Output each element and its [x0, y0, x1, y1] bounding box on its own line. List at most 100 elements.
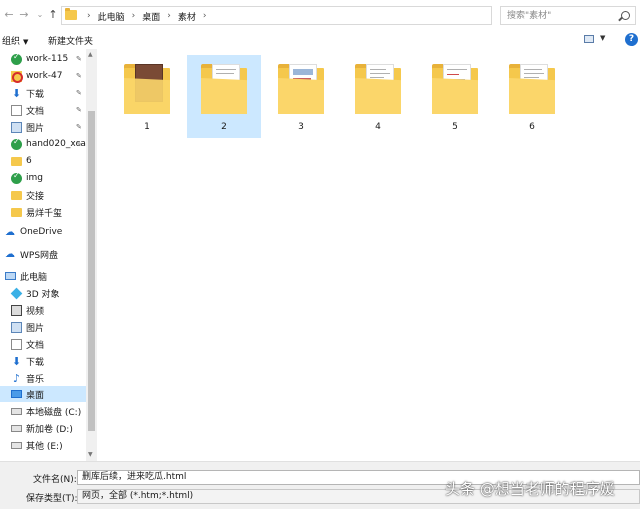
sidebar-item-6[interactable]: 6: [0, 153, 86, 169]
toolbar: 组织 ▼ 新建文件夹: [0, 31, 640, 49]
pin-icon[interactable]: ✎: [76, 140, 82, 148]
search-box[interactable]: [500, 6, 636, 25]
download-icon: ⬇: [11, 86, 22, 100]
chevron-right-icon[interactable]: ›: [203, 11, 207, 21]
sidebar-item-work-115[interactable]: work-115 ✎: [0, 51, 86, 67]
pin-icon[interactable]: ✎: [76, 106, 82, 114]
sidebar-item-img[interactable]: img: [0, 170, 86, 186]
sidebar-item-desktop[interactable]: 桌面: [0, 386, 86, 402]
sidebar-item-yiyangqianxi[interactable]: 易烊千玺: [0, 204, 86, 220]
sidebar-item-label: 文档: [26, 106, 45, 117]
folder-item-3[interactable]: 3: [264, 55, 338, 138]
sidebar-item-label: 下载: [26, 357, 45, 368]
view-options-icon[interactable]: [584, 35, 594, 43]
opera-folder-icon: [11, 70, 23, 83]
folder-item-5[interactable]: 5: [418, 55, 492, 138]
breadcrumb-materials[interactable]: 素材: [178, 10, 196, 23]
folder-icon: [11, 207, 22, 217]
breadcrumb-desktop[interactable]: 桌面: [142, 10, 160, 23]
folder-name: 5: [452, 122, 458, 132]
sidebar-item-onedrive[interactable]: ☁ OneDrive: [0, 224, 86, 240]
breadcrumb-this-pc[interactable]: 此电脑: [98, 10, 125, 23]
sidebar-item-downloads[interactable]: ⬇ 下载 ✎: [0, 85, 86, 101]
sidebar-item-pc-downloads[interactable]: ⬇ 下载: [0, 353, 86, 369]
file-list: 1 2 3 4 5 6: [97, 49, 640, 461]
sidebar-item-drive-c[interactable]: 本地磁盘 (C:): [0, 403, 86, 419]
search-icon[interactable]: [621, 11, 630, 20]
pin-icon[interactable]: ✎: [76, 72, 82, 80]
folder-icon: [432, 64, 478, 114]
chevron-right-icon[interactable]: ›: [167, 11, 171, 21]
sidebar-item-pc-pictures[interactable]: 图片: [0, 319, 86, 335]
check-folder-icon: [11, 137, 22, 150]
sidebar-item-label: 6: [26, 156, 32, 166]
folder-item-1[interactable]: 1: [110, 55, 184, 138]
sidebar-item-documents[interactable]: 文档 ✎: [0, 102, 86, 118]
sidebar-item-label: 其他 (E:): [26, 441, 63, 452]
sidebar-item-this-pc[interactable]: 此电脑: [0, 268, 86, 284]
folder-icon: [65, 8, 77, 20]
chevron-right-icon[interactable]: ›: [132, 11, 136, 21]
sidebar-item-pc-documents[interactable]: 文档: [0, 336, 86, 352]
organize-button[interactable]: 组织 ▼: [2, 34, 28, 47]
recent-locations-icon[interactable]: ⌄: [33, 8, 47, 22]
view-dropdown-icon[interactable]: ▼: [600, 34, 605, 42]
sidebar-item-label: img: [26, 173, 43, 183]
caret-down-icon: ▼: [23, 38, 29, 46]
check-folder-icon: [11, 171, 22, 184]
scroll-up-icon[interactable]: ▲: [88, 51, 93, 58]
sidebar-item-label: 新加卷 (D:): [26, 424, 73, 435]
folder-item-6[interactable]: 6: [495, 55, 569, 138]
search-input[interactable]: [501, 7, 611, 24]
sidebar-item-videos[interactable]: 视频: [0, 302, 86, 318]
forward-arrow-icon[interactable]: →: [17, 8, 31, 22]
sidebar-item-pictures[interactable]: 图片 ✎: [0, 119, 86, 135]
breadcrumb: › 此电脑 › 桌面 › 素材 ›: [80, 9, 213, 23]
desktop-icon: [11, 390, 22, 398]
sidebar-item-label: 图片: [26, 123, 45, 134]
folder-item-2[interactable]: 2: [187, 55, 261, 138]
sidebar-item-drive-d[interactable]: 新加卷 (D:): [0, 420, 86, 436]
pin-icon[interactable]: ✎: [76, 123, 82, 131]
help-icon[interactable]: ?: [625, 33, 638, 46]
pin-icon[interactable]: ✎: [76, 55, 82, 63]
sidebar-item-label: 3D 对象: [26, 289, 60, 300]
sidebar-item-wps[interactable]: ☁ WPS网盘: [0, 246, 86, 262]
drive-icon: [11, 407, 22, 415]
folder-icon: [11, 156, 22, 166]
sidebar-item-label: WPS网盘: [20, 250, 59, 261]
new-folder-button[interactable]: 新建文件夹: [48, 34, 93, 47]
sidebar-item-work-47[interactable]: work-47 ✎: [0, 68, 86, 84]
sidebar-item-drive-e[interactable]: 其他 (E:): [0, 437, 86, 453]
filename-label: 文件名(N):: [33, 475, 77, 485]
sidebar-scrollbar[interactable]: ▲ ▼: [86, 49, 97, 461]
sidebar-item-label: 桌面: [26, 390, 45, 401]
chevron-right-icon[interactable]: ›: [87, 11, 91, 21]
cloud-icon: ☁: [5, 226, 15, 238]
sidebar-item-3d-objects[interactable]: 3D 对象: [0, 285, 86, 301]
address-bar[interactable]: › 此电脑 › 桌面 › 素材 › ▾ ↻: [61, 6, 551, 25]
up-arrow-icon[interactable]: ↑: [46, 8, 60, 22]
sidebar-item-label: 图片: [26, 323, 45, 334]
folder-icon: [278, 64, 324, 114]
back-arrow-icon[interactable]: ←: [2, 8, 16, 22]
sidebar-item-label: 下载: [26, 89, 45, 100]
music-icon: ♪: [12, 371, 21, 385]
sidebar-item-label: 交接: [26, 191, 45, 202]
picture-icon: [11, 121, 22, 133]
drive-icon: [11, 424, 22, 432]
sidebar-item-label: 此电脑: [20, 272, 48, 283]
sidebar-item-label: 音乐: [26, 374, 45, 385]
sidebar-item-handover[interactable]: 交接: [0, 187, 86, 203]
folder-item-4[interactable]: 4: [341, 55, 415, 138]
sidebar-item-hand020[interactable]: hand020_xca ✎: [0, 136, 86, 152]
download-icon: ⬇: [11, 354, 22, 368]
folder-icon: [355, 64, 401, 114]
folder-name: 6: [529, 122, 535, 132]
pin-icon[interactable]: ✎: [76, 89, 82, 97]
sidebar-item-label: work-115: [26, 54, 69, 64]
scrollbar-thumb[interactable]: [88, 111, 95, 431]
sidebar-item-music[interactable]: ♪ 音乐: [0, 370, 86, 386]
folder-icon: [11, 190, 22, 200]
scroll-down-icon[interactable]: ▼: [88, 451, 93, 458]
